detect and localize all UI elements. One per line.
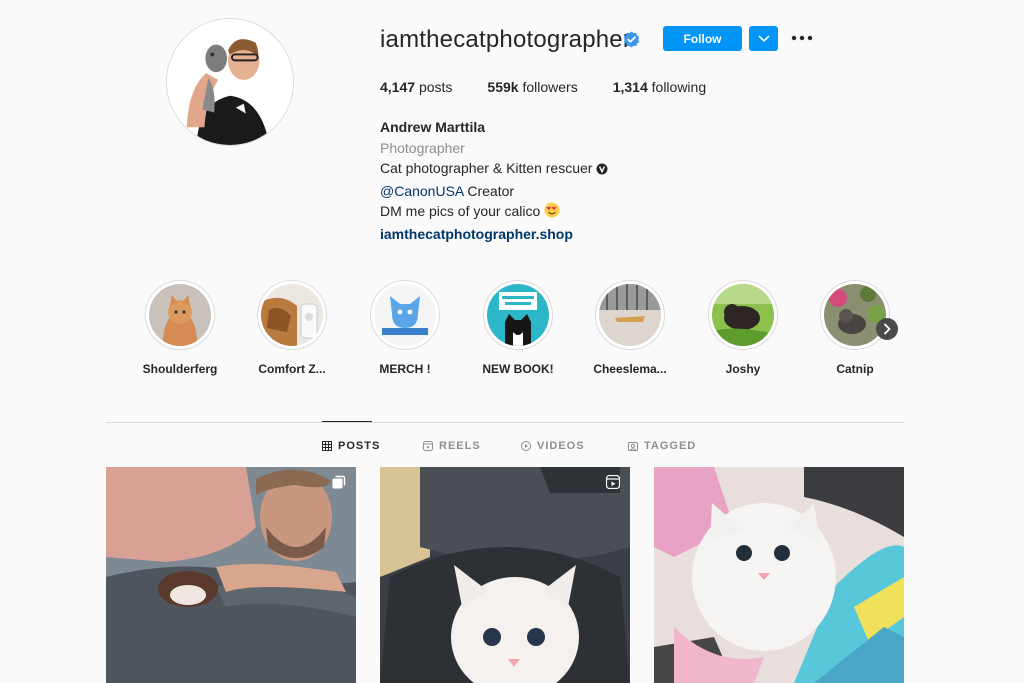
followers-stat[interactable]: 559k followers <box>487 79 577 95</box>
following-stat[interactable]: 1,314 following <box>613 79 706 95</box>
more-dots-icon <box>791 35 813 41</box>
grid-icon <box>322 441 332 451</box>
tab-posts[interactable]: POSTS <box>322 440 380 452</box>
highlight-cover-image <box>599 284 661 346</box>
section-divider <box>106 422 904 423</box>
tab-tagged-label: TAGGED <box>644 440 697 452</box>
video-icon <box>521 441 531 451</box>
highlight-item[interactable]: Joshy <box>698 280 788 376</box>
highlight-ring <box>483 280 553 350</box>
highlight-cover-image <box>712 284 774 346</box>
highlight-item[interactable]: Comfort Z... <box>247 280 337 376</box>
highlight-label: Joshy <box>725 362 761 376</box>
tab-reels-label: REELS <box>439 440 481 452</box>
reel-icon <box>606 475 620 489</box>
highlight-cover-image <box>374 284 436 346</box>
highlight-ring <box>370 280 440 350</box>
posts-grid <box>106 467 904 683</box>
highlights-next-button[interactable] <box>876 318 898 340</box>
heart-eyes-emoji-icon <box>544 202 560 224</box>
bio-line: Cat photographer & Kitten rescuer <box>380 158 608 181</box>
following-count: 1,314 <box>612 79 648 95</box>
followers-label: followers <box>522 79 578 95</box>
mention-suffix: Creator <box>463 182 515 199</box>
profile-username: iamthecatphotographer <box>380 26 632 53</box>
external-link[interactable]: iamthecatphotographer.shop <box>380 224 608 245</box>
highlight-label: NEW BOOK! <box>482 362 554 376</box>
highlight-label: Cheeslema... <box>593 362 667 376</box>
profile-full-name: Andrew Marttila <box>380 119 486 135</box>
highlight-ring <box>595 280 665 350</box>
highlight-label: Catnip <box>836 362 874 376</box>
post-thumbnail[interactable] <box>106 467 356 683</box>
followers-count: 559k <box>487 79 519 95</box>
highlight-cover-image <box>824 284 886 346</box>
posts-stat: 4,147 posts <box>380 79 452 95</box>
posts-label: posts <box>418 79 453 95</box>
highlight-ring <box>708 280 778 350</box>
carousel-icon <box>332 475 346 489</box>
highlight-ring <box>820 280 890 350</box>
highlight-item[interactable]: MERCH ! <box>360 280 450 376</box>
highlight-item[interactable]: Shoulderferg <box>135 280 225 376</box>
tab-tagged[interactable]: TAGGED <box>628 440 696 452</box>
tagged-icon <box>628 442 638 451</box>
profile-category: Photographer <box>380 139 465 156</box>
highlight-cover-image <box>261 284 323 346</box>
canon-mention-link[interactable]: @CanonUSA <box>380 183 463 199</box>
bio-line: DM me pics of your calico <box>380 201 608 224</box>
highlight-item[interactable]: Cheeslema... <box>585 280 675 376</box>
more-options-button[interactable] <box>790 30 814 46</box>
post-thumbnail[interactable] <box>380 467 630 683</box>
follow-button[interactable]: Follow <box>663 26 742 51</box>
reels-icon <box>423 441 433 451</box>
posts-count: 4,147 <box>380 79 416 95</box>
profile-stats: 4,147 posts 559k followers 1,314 followi… <box>380 79 741 95</box>
active-tab-indicator <box>322 421 372 422</box>
verified-badge-icon <box>623 31 640 48</box>
post-thumbnail[interactable] <box>654 467 904 683</box>
profile-bio: Andrew Marttila Photographer Cat photogr… <box>380 117 608 244</box>
following-label: following <box>651 79 707 95</box>
profile-avatar[interactable] <box>166 18 294 146</box>
highlight-ring <box>145 280 215 350</box>
tab-videos-label: VIDEOS <box>537 440 585 452</box>
highlight-label: MERCH ! <box>379 362 431 376</box>
chevron-right-icon <box>884 323 891 335</box>
bio-line-text: DM me pics of your calico <box>380 203 541 219</box>
v-emoji-icon <box>596 160 608 181</box>
tab-posts-label: POSTS <box>338 440 381 452</box>
highlight-label: Shoulderferg <box>142 362 218 376</box>
highlight-label: Comfort Z... <box>258 362 326 376</box>
bio-line-text: Cat photographer & Kitten rescuer <box>380 160 593 176</box>
bio-mention-line: @CanonUSA Creator <box>380 181 608 202</box>
highlight-cover-image <box>149 284 211 346</box>
highlight-ring <box>257 280 327 350</box>
highlight-cover-image <box>487 284 549 346</box>
suggested-accounts-button[interactable] <box>749 26 778 51</box>
chevron-down-icon <box>758 35 769 42</box>
tab-videos[interactable]: VIDEOS <box>521 440 585 452</box>
tab-reels[interactable]: REELS <box>423 440 481 452</box>
highlight-item[interactable]: NEW BOOK! <box>473 280 563 376</box>
